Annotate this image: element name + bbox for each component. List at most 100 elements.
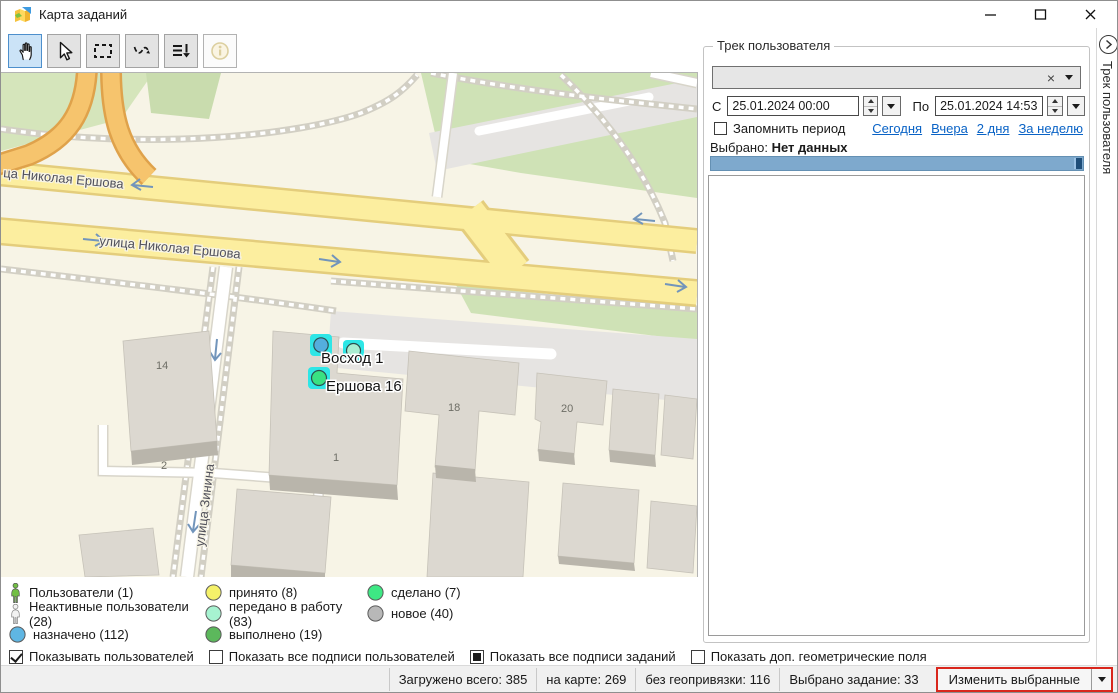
link-today[interactable]: Сегодня [872,121,922,136]
legend-item-inactive-users: Неактивные пользователи (28) [9,599,205,629]
edit-selected-dropdown[interactable] [1091,669,1111,690]
to-date-spinner[interactable] [1047,96,1062,116]
chevron-down-icon[interactable] [1065,75,1073,80]
checkbox-show-user-labels[interactable] [209,650,223,664]
edit-selected-split-button: Изменить выбранные [936,667,1113,692]
spin-up-icon [1052,99,1058,103]
legend-label: Неактивные пользователи (28) [29,599,205,629]
legend-item-completed: выполнено (19) [205,626,367,643]
app-window: Карта заданий [0,0,1118,693]
close-icon [1084,8,1097,21]
status-circle-icon [205,605,222,622]
marker-label-ershova16: Ершова 16 [326,378,402,395]
to-date-dropdown[interactable] [1067,96,1085,116]
status-circle-icon [367,584,384,601]
titlebar: Карта заданий [1,1,1117,27]
collapse-panel-button[interactable] [1099,35,1118,54]
maximize-icon [1034,8,1047,21]
legend-label: назначено (112) [33,627,129,642]
maximize-button[interactable] [1015,1,1065,27]
legend-label: сделано (7) [391,585,461,600]
option-label: Показывать пользователей [29,649,194,664]
marker-label-voshod: Восход 1 [321,350,383,367]
task-marker-ershova16[interactable] [312,371,327,386]
from-date-spinner[interactable] [863,96,878,116]
building-number-2: 2 [161,460,167,472]
option-show-task-labels[interactable]: Показать все подписи заданий [470,649,676,664]
building-number-20: 20 [561,403,573,415]
track-list[interactable] [708,175,1085,636]
checkbox-show-users[interactable] [9,650,23,664]
minimize-icon [984,8,997,21]
app-icon [14,7,31,22]
close-button[interactable] [1065,1,1115,27]
link-2days[interactable]: 2 дня [977,121,1010,136]
checkbox-remember-period[interactable] [714,122,727,135]
sort-icon [169,39,193,63]
info-icon [208,39,232,63]
status-selected-tasks: Выбрано задание: 33 [779,668,927,691]
status-no-geo: без геопривязки: 116 [635,668,779,691]
chevron-right-icon [1103,39,1114,50]
chevron-down-icon [1072,104,1080,109]
link-week[interactable]: За неделю [1018,121,1083,136]
window-title: Карта заданий [39,7,127,22]
selected-status: Выбрано: Нет данных [710,140,848,155]
rect-select-tool-button[interactable] [86,34,120,68]
inactive-user-icon [9,604,22,624]
select-tool-button[interactable] [47,34,81,68]
legend-item-made: сделано (7) [367,584,527,601]
cursor-icon [52,39,76,63]
building-number-1: 1 [333,452,339,464]
selected-label: Выбрано: [710,140,768,155]
legend-label: новое (40) [391,606,453,621]
legend-label: выполнено (19) [229,627,322,642]
track-slider-handle[interactable] [1074,158,1082,169]
from-date-dropdown[interactable] [882,96,900,116]
legend-item-assigned: назначено (112) [9,626,205,643]
spin-up-icon [868,99,874,103]
map-toolbar [8,34,237,68]
selected-value: Нет данных [772,140,848,155]
clear-icon[interactable]: × [1047,71,1055,85]
minimize-button[interactable] [965,1,1015,27]
from-date-input[interactable]: 25.01.2024 00:00 [727,96,859,116]
edit-selected-button[interactable]: Изменить выбранные [938,669,1091,690]
checkbox-show-geometry-fields[interactable] [691,650,705,664]
legend-label: передано в работу (83) [229,599,367,629]
chevron-down-icon [1098,677,1106,682]
option-label: Показать все подписи заданий [490,649,676,664]
legend-item-inwork: передано в работу (83) [205,599,367,629]
track-panel: Трек пользователя × С 25.01.2024 00:00 П… [703,46,1090,643]
lasso-select-tool-button[interactable] [125,34,159,68]
remember-period-row: Запомнить период Сегодня Вчера 2 дня За … [714,121,1083,136]
user-combobox[interactable]: × [712,66,1081,89]
spin-down-icon [1052,109,1058,113]
map-canvas[interactable]: 14 2 18 20 1 ца Николая Ершова улица Ник… [1,72,698,577]
to-date-input[interactable]: 25.01.2024 14:53 [935,96,1043,116]
status-total-loaded: Загружено всего: 385 [389,668,537,691]
info-tool-button[interactable] [203,34,237,68]
building-number-18: 18 [448,402,460,414]
option-label: Показать все подписи пользователей [229,649,455,664]
track-panel-title: Трек пользователя [713,38,834,53]
checkbox-show-task-labels[interactable] [470,650,484,664]
sort-tool-button[interactable] [164,34,198,68]
hand-icon [13,39,37,63]
option-show-geometry-fields[interactable]: Показать доп. геометрические поля [691,649,927,664]
option-show-user-labels[interactable]: Показать все подписи пользователей [209,649,455,664]
map-legend: Пользователи (1) Неактивные пользователи… [9,582,527,645]
display-options: Показывать пользователей Показать все по… [9,649,927,664]
status-circle-icon [205,626,222,643]
side-tab-strip: Трек пользователя [1096,28,1118,665]
legend-item-new: новое (40) [367,605,527,622]
track-slider[interactable] [710,156,1084,171]
side-tab-label[interactable]: Трек пользователя [1100,61,1115,174]
pan-tool-button[interactable] [8,34,42,68]
marquee-icon [91,39,115,63]
option-show-users[interactable]: Показывать пользователей [9,649,194,664]
option-label: Показать доп. геометрические поля [711,649,927,664]
link-yesterday[interactable]: Вчера [931,121,968,136]
status-circle-icon [9,626,26,643]
status-on-map: на карте: 269 [536,668,635,691]
